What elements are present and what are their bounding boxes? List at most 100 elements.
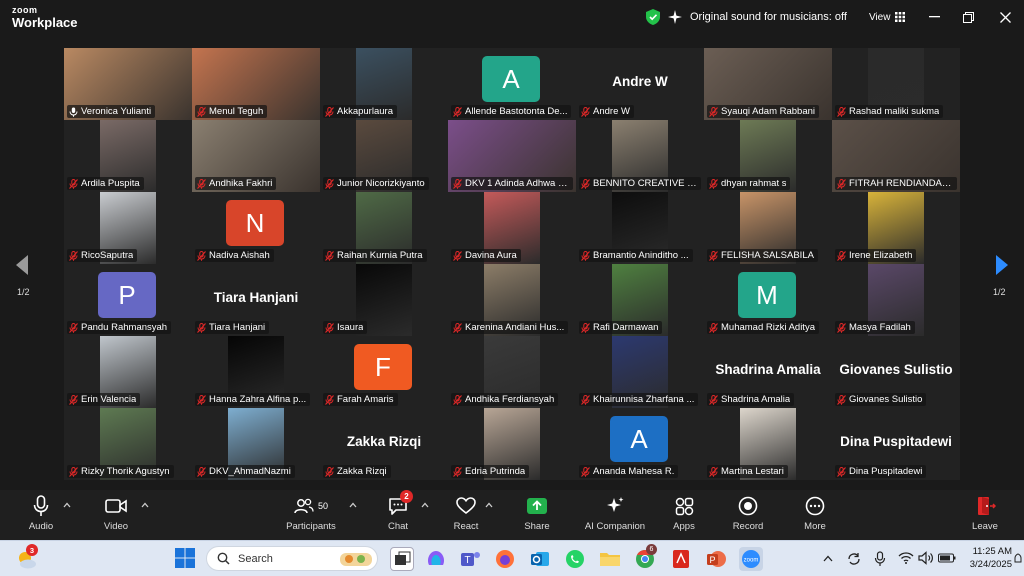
participant-tile[interactable]: Andhika Ferdiansyah — [448, 336, 576, 408]
participant-name: Nadiva Aishah — [209, 250, 270, 261]
acrobat-app[interactable] — [669, 547, 693, 571]
participant-tile[interactable]: Menul Teguh — [192, 48, 320, 120]
participant-tile[interactable]: DKV 1 Adinda Adhwa O... — [448, 120, 576, 192]
powerpoint-app[interactable]: P — [704, 547, 728, 571]
whatsapp-app[interactable] — [563, 547, 587, 571]
participant-tile[interactable]: F Farah Amaris — [320, 336, 448, 408]
notification-bell-icon[interactable] — [1014, 552, 1022, 566]
copilot-app[interactable] — [424, 547, 448, 571]
participant-tile[interactable]: Tiara Hanjani Tiara Hanjani — [192, 264, 320, 336]
participant-tile[interactable]: Karenina Andiani Hus... — [448, 264, 576, 336]
participant-tile[interactable]: Isaura — [320, 264, 448, 336]
participant-tile[interactable]: FITRAH RENDIANDARA — [832, 120, 960, 192]
audio-options-chevron-up-icon[interactable] — [63, 502, 71, 508]
participants-options-chevron-up-icon[interactable] — [349, 502, 357, 508]
file-explorer-app[interactable] — [598, 547, 622, 571]
participant-tile[interactable]: Ardila Puspita — [64, 120, 192, 192]
firefox-app[interactable] — [493, 547, 517, 571]
participant-tile[interactable]: RicoSaputra — [64, 192, 192, 264]
participant-name-label: Muhamad Rizki Aditya — [707, 321, 819, 334]
mic-muted-icon — [581, 466, 590, 477]
participant-name: Rizky Thorik Agustyn — [81, 466, 170, 477]
zoom-app-icon: zoom — [742, 550, 760, 568]
more-button[interactable]: More — [780, 494, 850, 532]
encryption-shield-icon[interactable] — [646, 9, 660, 25]
taskbar-search-box[interactable]: Search — [206, 546, 378, 571]
participant-tile[interactable]: Irene Elizabeth — [832, 192, 960, 264]
participant-tile[interactable]: BENNITO CREATIVE & ... — [576, 120, 704, 192]
record-button[interactable]: Record — [713, 494, 783, 532]
participant-tile[interactable]: Veronica Yulianti — [64, 48, 192, 120]
previous-page-icon[interactable] — [14, 254, 30, 276]
participant-tile[interactable]: Dina Puspitadewi Dina Puspitadewi — [832, 408, 960, 480]
participant-tile[interactable]: A Ananda Mahesa R. — [576, 408, 704, 480]
participant-tile[interactable]: Hanna Zahra Alfina p... — [192, 336, 320, 408]
ai-companion-button[interactable]: AI Companion — [580, 494, 650, 532]
chrome-app[interactable]: 6 — [633, 544, 657, 571]
share-button[interactable]: Share — [502, 494, 572, 532]
next-page-icon[interactable] — [994, 254, 1010, 276]
teams-app[interactable]: T — [458, 547, 482, 571]
sync-icon[interactable] — [846, 551, 862, 567]
participant-tile[interactable]: A Allende Bastotonta De... — [448, 48, 576, 120]
participant-tile[interactable]: M Muhamad Rizki Aditya — [704, 264, 832, 336]
system-clock[interactable]: 11:25 AM 3/24/2025 — [960, 545, 1012, 571]
audio-button[interactable]: Audio — [6, 494, 76, 532]
participant-tile[interactable]: Martina Lestari — [704, 408, 832, 480]
mic-muted-icon — [197, 466, 206, 477]
volume-icon[interactable] — [918, 551, 934, 565]
participant-name-label: Erin Valencia — [67, 393, 141, 406]
participant-tile[interactable]: Raihan Kurnia Putra — [320, 192, 448, 264]
share-screen-icon — [527, 498, 547, 514]
participant-tile[interactable]: Bramantio Aninditho ... — [576, 192, 704, 264]
battery-icon[interactable] — [938, 552, 956, 564]
view-button[interactable]: View — [869, 12, 906, 23]
participant-tile[interactable]: Syauqi Adam Rabbani — [704, 48, 832, 120]
participant-tile[interactable]: Akkapurlaura — [320, 48, 448, 120]
participant-tile[interactable]: Edria Putrinda — [448, 408, 576, 480]
participant-tile[interactable]: Zakka Rizqi Zakka Rizqi — [320, 408, 448, 480]
weather-widget[interactable]: 3 — [14, 544, 38, 571]
participant-tile[interactable]: Andre W Andre W — [576, 48, 704, 120]
participant-tile[interactable]: Erin Valencia — [64, 336, 192, 408]
task-view-button[interactable] — [390, 547, 414, 571]
participant-tile[interactable]: Rizky Thorik Agustyn — [64, 408, 192, 480]
video-options-chevron-up-icon[interactable] — [141, 502, 149, 508]
original-sound-status[interactable]: Original sound for musicians: off — [690, 11, 847, 23]
participant-tile[interactable]: Khairunnisa Zharfana ... — [576, 336, 704, 408]
restore-button[interactable] — [958, 8, 978, 26]
mic-muted-icon — [453, 178, 462, 189]
participant-tile[interactable]: Andhika Fakhri — [192, 120, 320, 192]
tray-chevron-up-icon[interactable] — [823, 555, 833, 562]
close-button[interactable] — [995, 8, 1015, 26]
participant-tile[interactable]: DKV_AhmadNazmi — [192, 408, 320, 480]
participant-tile[interactable]: Giovanes Sulistio Giovanes Sulistio — [832, 336, 960, 408]
chat-button[interactable]: 2 Chat — [363, 490, 433, 532]
firefox-icon — [496, 550, 514, 568]
zoom-app-active[interactable]: zoom — [739, 547, 763, 571]
participant-tile[interactable]: P Pandu Rahmansyah — [64, 264, 192, 336]
microphone-tray-icon[interactable] — [874, 551, 886, 567]
start-button[interactable] — [174, 547, 198, 571]
participants-button[interactable]: 50 Participants — [276, 494, 346, 532]
participant-tile[interactable]: Shadrina Amalia Shadrina Amalia — [704, 336, 832, 408]
meeting-toolbar: Audio Video 50 Participants 2 Chat React… — [0, 490, 1024, 540]
react-button[interactable]: React — [431, 494, 501, 532]
participant-tile[interactable]: Rashad maliki sukma — [832, 48, 960, 120]
wifi-icon[interactable] — [898, 551, 914, 565]
react-options-chevron-up-icon[interactable] — [485, 502, 493, 508]
outlook-app[interactable] — [528, 547, 552, 571]
participant-tile[interactable]: Davina Aura — [448, 192, 576, 264]
participant-tile[interactable]: Rafi Darmawan — [576, 264, 704, 336]
participant-tile[interactable]: FELISHA SALSABILA — [704, 192, 832, 264]
chat-options-chevron-up-icon[interactable] — [421, 502, 429, 508]
minimize-button[interactable] — [924, 8, 944, 26]
participant-tile[interactable]: Junior Nicorizkiyanto — [320, 120, 448, 192]
participant-tile[interactable]: dhyan rahmat s — [704, 120, 832, 192]
participant-tile[interactable]: Masya Fadilah — [832, 264, 960, 336]
leave-button[interactable]: Leave — [950, 494, 1020, 532]
apps-button[interactable]: Apps — [649, 494, 719, 532]
video-button[interactable]: Video — [81, 494, 151, 532]
mic-muted-icon — [837, 106, 846, 117]
participant-tile[interactable]: N Nadiva Aishah — [192, 192, 320, 264]
